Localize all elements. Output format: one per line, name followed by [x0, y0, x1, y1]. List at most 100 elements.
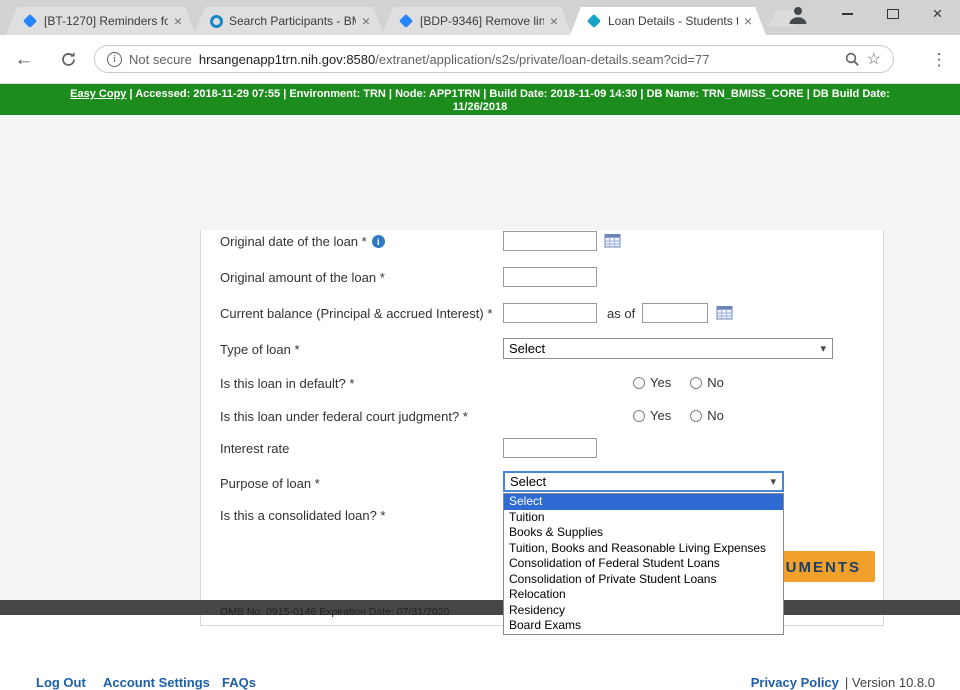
tab-close-icon[interactable]: × [550, 14, 558, 28]
faqs-link[interactable]: FAQs [222, 675, 256, 690]
tab-loan-details-active[interactable]: Loan Details - Students t × [570, 7, 766, 35]
url-path: /extranet/application/s2s/private/loan-d… [375, 52, 709, 67]
label-text: Current balance (Principal & accrued Int… [220, 306, 492, 321]
log-out-link[interactable]: Log Out [36, 675, 86, 690]
tab-title: Search Participants - BMI [229, 14, 356, 28]
jira-favicon-icon [23, 14, 37, 28]
back-arrow-icon: ← [15, 49, 34, 71]
dropdown-option[interactable]: Tuition [504, 510, 783, 526]
tab-search-participants[interactable]: Search Participants - BMI × [194, 7, 384, 35]
yes-label: Yes [650, 408, 671, 423]
purpose-dropdown-list: SelectTuitionBooks & SuppliesTuition, Bo… [503, 493, 784, 635]
calendar-icon[interactable] [604, 232, 621, 253]
privacy-policy-link[interactable]: Privacy Policy [751, 675, 839, 690]
current-balance-input[interactable] [503, 303, 597, 323]
taskbar-strip [0, 600, 960, 615]
no-label: No [707, 408, 724, 423]
select-value: Select [510, 474, 546, 489]
tab-bar: [BT-1270] Reminders for × Search Partici… [0, 0, 960, 35]
label-text: Interest rate [220, 441, 289, 456]
dropdown-option[interactable]: Residency [504, 603, 783, 619]
environment-bar: Easy Copy | Accessed: 2018-11-29 07:55 |… [0, 84, 960, 115]
environment-bar-line2: 11/26/2018 [0, 101, 960, 113]
url-text[interactable]: hrsangenapp1trn.nih.gov:8580/extranet/ap… [199, 52, 710, 67]
address-bar[interactable]: i Not secure hrsangenapp1trn.nih.gov:858… [94, 45, 894, 73]
reload-icon [60, 51, 77, 68]
page-content: Original date of the loan * i Original a… [0, 115, 960, 600]
default-radio-group: Yes No [633, 375, 724, 390]
original-date-label: Original date of the loan * i [220, 234, 385, 249]
environment-info-text: | Accessed: 2018-11-29 07:55 | Environme… [129, 88, 889, 100]
app-favicon-icon [210, 15, 223, 28]
label-text: Type of loan * [220, 342, 300, 357]
type-of-loan-label: Type of loan * [220, 342, 300, 357]
tab-title: [BT-1270] Reminders for [44, 14, 168, 28]
tab-close-icon[interactable]: × [744, 14, 752, 28]
browser-toolbar: ← i Not secure hrsangenapp1trn.nih.gov:8… [0, 35, 960, 84]
dropdown-option[interactable]: Board Exams [504, 618, 783, 634]
browser-window: [BT-1270] Reminders for × Search Partici… [0, 0, 960, 615]
interest-rate-label: Interest rate [220, 441, 289, 456]
tab-close-icon[interactable]: × [174, 14, 182, 28]
purpose-options: SelectTuitionBooks & SuppliesTuition, Bo… [504, 494, 783, 634]
back-button[interactable]: ← [8, 35, 40, 84]
dropdown-option[interactable]: Consolidation of Federal Student Loans [504, 556, 783, 572]
dropdown-option[interactable]: Consolidation of Private Student Loans [504, 572, 783, 588]
minimize-icon [842, 13, 853, 15]
window-close-button[interactable]: × [915, 0, 960, 28]
info-icon[interactable]: i [372, 235, 385, 248]
original-date-input[interactable] [503, 231, 597, 251]
interest-rate-input[interactable] [503, 438, 597, 458]
no-label: No [707, 375, 724, 390]
chevron-down-icon: ▾ [820, 342, 826, 355]
as-of-label: as of [607, 306, 635, 321]
dropdown-option[interactable]: Books & Supplies [504, 525, 783, 541]
window-maximize-button[interactable] [870, 0, 915, 28]
as-of-date-input[interactable] [642, 303, 708, 323]
jira-favicon-icon [399, 14, 413, 28]
judgment-radio-group: Yes No [633, 408, 724, 423]
dropdown-option[interactable]: Tuition, Books and Reasonable Living Exp… [504, 541, 783, 557]
default-no-radio[interactable] [690, 377, 702, 389]
environment-bar-line1: Easy Copy | Accessed: 2018-11-29 07:55 |… [0, 88, 960, 100]
loan-app-favicon-icon [587, 14, 601, 28]
account-settings-link[interactable]: Account Settings [103, 675, 210, 690]
default-yes-radio[interactable] [633, 377, 645, 389]
original-amount-input[interactable] [503, 267, 597, 287]
type-of-loan-select[interactable]: Select ▾ [503, 338, 833, 359]
dropdown-option[interactable]: Relocation [504, 587, 783, 603]
site-info-icon[interactable]: i [107, 52, 122, 67]
chevron-down-icon: ▾ [770, 475, 776, 488]
browser-menu-icon[interactable]: ⋮ [922, 35, 956, 84]
label-text: Is this loan in default? * [220, 376, 354, 391]
tab-bt-1270[interactable]: [BT-1270] Reminders for × [6, 7, 196, 35]
calendar-icon[interactable] [716, 304, 733, 325]
easy-copy-link[interactable]: Easy Copy [70, 88, 126, 100]
purpose-of-loan-label: Purpose of loan * [220, 476, 320, 491]
maximize-icon [887, 9, 899, 19]
search-icon[interactable] [844, 51, 860, 67]
label-text: Is this loan under federal court judgmen… [220, 409, 468, 424]
label-text: Original date of the loan * [220, 234, 367, 249]
reload-button[interactable] [52, 35, 84, 84]
purpose-of-loan-select[interactable]: Select ▾ [503, 471, 784, 492]
judgment-yes-radio[interactable] [633, 410, 645, 422]
label-text: Purpose of loan * [220, 476, 320, 491]
version-text: | Version 10.8.0 [845, 675, 935, 690]
profile-avatar-icon[interactable] [786, 3, 810, 27]
current-balance-label: Current balance (Principal & accrued Int… [220, 306, 492, 321]
url-host: hrsangenapp1trn.nih.gov:8580 [199, 52, 375, 67]
tab-close-icon[interactable]: × [362, 14, 370, 28]
dropdown-option[interactable]: Select [504, 494, 783, 510]
judgment-question-label: Is this loan under federal court judgmen… [220, 409, 468, 424]
tab-title: [BDP-9346] Remove link [420, 14, 544, 28]
original-amount-label: Original amount of the loan * [220, 270, 385, 285]
judgment-no-radio[interactable] [690, 410, 702, 422]
label-text: Original amount of the loan * [220, 270, 385, 285]
tab-bdp-9346[interactable]: [BDP-9346] Remove link × [382, 7, 572, 35]
consolidated-question-label: Is this a consolidated loan? * [220, 508, 386, 523]
label-text: Is this a consolidated loan? * [220, 508, 386, 523]
window-minimize-button[interactable] [825, 0, 870, 28]
bookmark-star-icon[interactable]: ☆ [867, 49, 881, 69]
footer-right: Privacy Policy | Version 10.8.0 [751, 675, 935, 690]
